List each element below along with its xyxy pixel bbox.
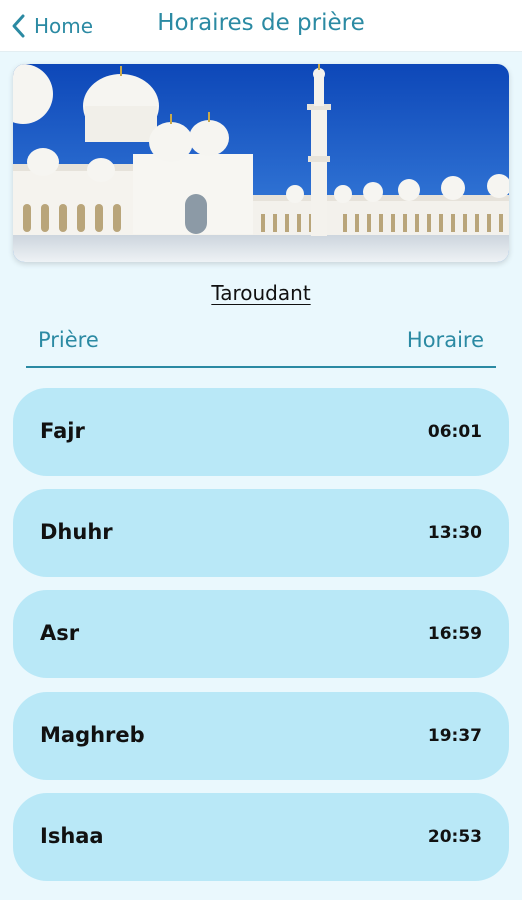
prayer-row-ishaa[interactable]: Ishaa 20:53 [13,793,509,881]
top-bar: Home Horaires de prière [0,0,522,52]
prayer-time: 06:01 [427,422,482,442]
city-label: Taroudant [211,281,311,305]
prayer-name: Asr [40,621,80,645]
prayer-time: 19:37 [427,726,482,746]
column-header-time: Horaire [406,328,484,352]
column-header-prayer: Prière [38,328,99,352]
mosque-image [13,64,509,262]
prayer-name: Maghreb [40,723,145,747]
city-name[interactable]: Taroudant [0,281,522,305]
prayer-time: 16:59 [427,624,482,644]
prayer-row-maghreb[interactable]: Maghreb 19:37 [13,692,509,780]
prayer-name: Dhuhr [40,520,113,544]
prayer-time: 13:30 [427,523,482,543]
prayer-row-fajr[interactable]: Fajr 06:01 [13,388,509,476]
table-header: Prière Horaire [26,328,496,368]
prayer-time: 20:53 [427,827,482,847]
prayer-name: Fajr [40,419,85,443]
mosque-illustration [13,64,509,262]
page-title: Horaires de prière [157,10,365,36]
prayer-row-asr[interactable]: Asr 16:59 [13,590,509,678]
prayer-row-dhuhr[interactable]: Dhuhr 13:30 [13,489,509,577]
prayer-name: Ishaa [40,824,104,848]
